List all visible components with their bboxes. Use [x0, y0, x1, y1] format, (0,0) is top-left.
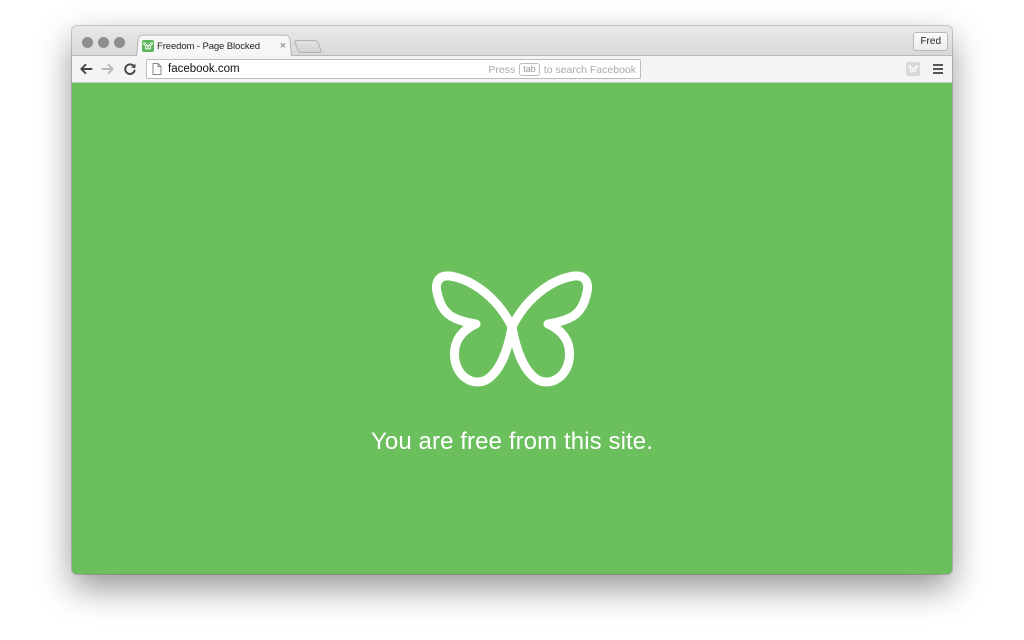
reload-button[interactable] — [122, 61, 138, 77]
profile-button[interactable]: Fred — [913, 32, 948, 51]
address-bar[interactable]: facebook.com Press tab to search Faceboo… — [146, 59, 641, 79]
hint-suffix: to search Facebook — [543, 63, 636, 76]
tab-key-badge: tab — [519, 63, 540, 76]
blocked-message: You are free from this site. — [370, 428, 654, 455]
new-tab-button[interactable] — [293, 40, 323, 53]
arrow-left-icon — [80, 63, 93, 75]
address-url[interactable]: facebook.com — [168, 63, 240, 75]
tab-close-icon[interactable]: × — [280, 39, 286, 53]
browser-window: Freedom - Page Blocked × Fred facebook.c… — [72, 26, 952, 574]
tab-content[interactable]: Freedom - Page Blocked × — [142, 37, 292, 55]
butterfly-icon — [432, 271, 592, 387]
hamburger-menu-icon[interactable] — [933, 64, 943, 76]
tab-strip: Freedom - Page Blocked × Fred — [72, 26, 952, 57]
search-hint: Press tab to search Facebook — [488, 63, 636, 76]
browser-toolbar: facebook.com Press tab to search Faceboo… — [72, 56, 952, 83]
minimize-window-button[interactable] — [98, 37, 109, 48]
page-icon — [152, 63, 162, 75]
reload-icon — [124, 63, 136, 75]
back-button[interactable] — [78, 61, 94, 77]
freedom-extension-icon[interactable] — [906, 62, 920, 76]
forward-button[interactable] — [100, 61, 116, 77]
butterfly-icon — [142, 40, 154, 52]
arrow-right-icon — [101, 63, 114, 75]
close-window-button[interactable] — [82, 37, 93, 48]
zoom-window-button[interactable] — [114, 37, 125, 48]
blocked-page: You are free from this site. — [72, 83, 952, 574]
hint-prefix: Press — [488, 63, 516, 76]
tab-title: Freedom - Page Blocked — [157, 40, 260, 52]
